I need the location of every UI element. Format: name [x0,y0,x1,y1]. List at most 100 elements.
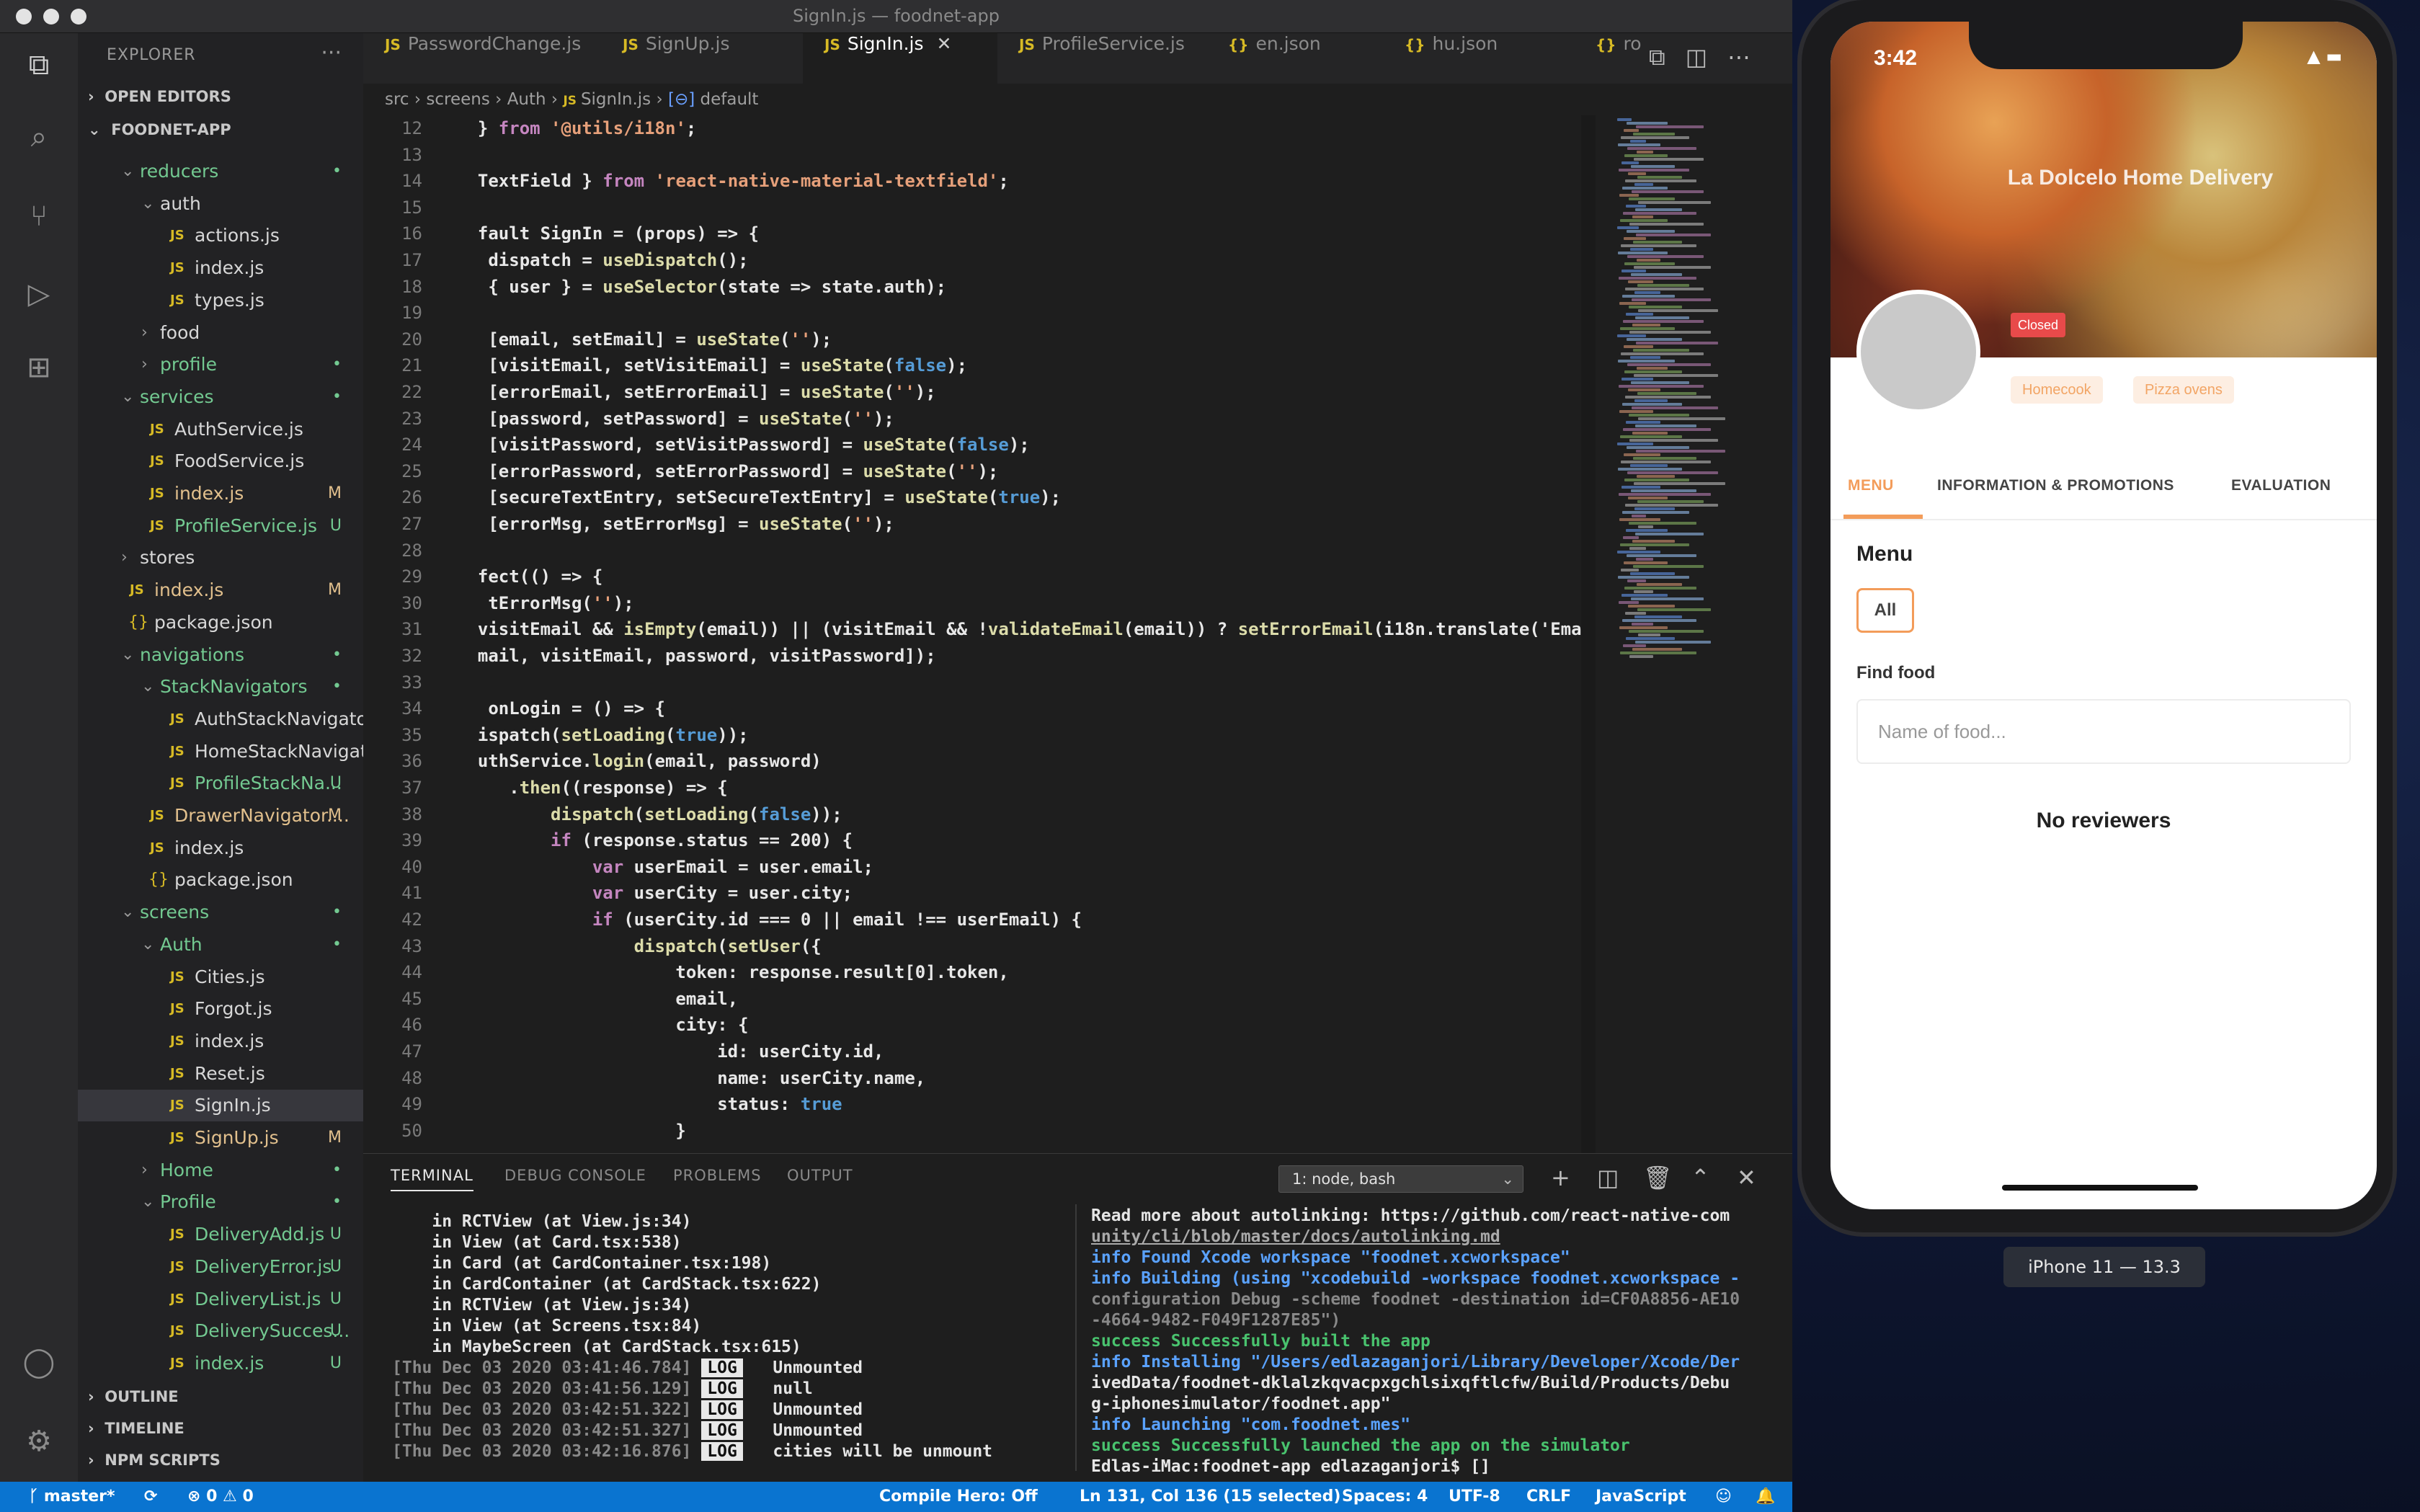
code-line[interactable]: 40 var userEmail = user.email; [363,854,1588,881]
all-category-button[interactable]: All [1856,588,1914,633]
notifications-icon[interactable]: 🔔 [1756,1482,1775,1512]
indentation[interactable]: Spaces: 4 [1342,1482,1428,1512]
code-line[interactable]: 33 [363,670,1588,696]
cursor-position[interactable]: Ln 131, Col 136 (15 selected) [1080,1482,1340,1512]
breadcrumb-item[interactable]: src [385,90,409,109]
outline-section[interactable]: › OUTLINE [88,1388,179,1405]
code-line[interactable]: 34 onLogin = () => { [363,695,1588,722]
tree-item[interactable]: JS index.js U [78,1348,363,1379]
end-of-line[interactable]: CRLF [1526,1482,1571,1512]
editor-tab[interactable]: {} en.json [1206,33,1383,84]
code-line[interactable]: 25 [errorPassword, setErrorPassword] = u… [363,458,1588,485]
breadcrumb-item[interactable]: default [700,90,759,109]
code-line[interactable]: 47 id: userCity.id, [363,1039,1588,1065]
tree-item[interactable]: JS DeliveryList.js U [78,1284,363,1315]
panel-tab[interactable]: TERMINAL [391,1167,473,1191]
code-line[interactable]: 28 [363,538,1588,564]
code-line[interactable]: 46 city: { [363,1012,1588,1039]
tree-item[interactable]: JS types.js [78,285,363,316]
tab-information-promotions[interactable]: INFORMATION & PROMOTIONS [1937,477,2174,494]
tree-item[interactable]: JS AuthService.js [78,414,363,445]
minimap[interactable] [1610,115,1747,1153]
code-line[interactable]: 23 [password, setPassword] = useState(''… [363,406,1588,432]
tree-item[interactable]: ⌄ Auth • [78,929,363,961]
code-line[interactable]: 12 } from '@utils/i18n'; [363,115,1588,142]
tree-item[interactable]: JS ProfileService.js U [78,510,363,542]
editor-tab[interactable]: JS SignUp.js [601,33,803,84]
code-line[interactable]: 22 [errorEmail, setErrorEmail] = useStat… [363,379,1588,406]
code-line[interactable]: 26 [secureTextEntry, setSecureTextEntry]… [363,484,1588,511]
code-line[interactable]: 21 [visitEmail, setVisitEmail] = useStat… [363,352,1588,379]
run-debug-icon[interactable]: ▷ [22,277,56,311]
tree-item[interactable]: JS index.js [78,832,363,864]
tree-item[interactable]: JS index.js [78,252,363,284]
language-mode[interactable]: JavaScript [1596,1482,1686,1512]
tree-item[interactable]: JS Reset.js [78,1058,363,1090]
editor-tab[interactable]: JS PasswordChange.js [363,33,601,84]
code-line[interactable]: 35 ispatch(setLoading(true)); [363,722,1588,749]
tree-item[interactable]: › profile • [78,349,363,381]
tree-item[interactable]: ⌄ Profile • [78,1186,363,1218]
tree-item[interactable]: ⌄ reducers • [78,156,363,187]
code-line[interactable]: 13 [363,142,1588,169]
home-indicator[interactable] [2002,1185,2198,1191]
tree-item[interactable]: ⌄ auth [78,188,363,220]
code-line[interactable]: 15 [363,195,1588,221]
editor-tab[interactable]: {} hu.json [1383,33,1574,84]
open-editors-section[interactable]: › OPEN EDITORS [88,88,231,105]
code-line[interactable]: 30 tErrorMsg(''); [363,590,1588,617]
editor-tab[interactable]: {} ro [1574,33,1660,84]
tree-item[interactable]: JS SignUp.js M [78,1122,363,1154]
code-line[interactable]: 27 [errorMsg, setErrorMsg] = useState(''… [363,511,1588,538]
code-line[interactable]: 42 if (userCity.id === 0 || email !== us… [363,907,1588,933]
code-line[interactable]: 14 TextField } from 'react-native-materi… [363,168,1588,195]
tree-item[interactable]: {} package.json [78,607,363,639]
code-editor[interactable]: 12 } from '@utils/i18n'; 13 14 TextField }… [363,115,1792,1153]
code-line[interactable]: 20 [email, setEmail] = useState(''); [363,326,1588,353]
breadcrumb-item[interactable]: SignIn.js [581,90,651,109]
tree-item[interactable]: JS FoodService.js [78,445,363,477]
branch-indicator[interactable]: ᚴ master* [29,1482,115,1512]
breadcrumb-item[interactable]: Auth [507,90,546,109]
code-line[interactable]: 24 [visitPassword, setVisitPassword] = u… [363,432,1588,458]
tree-item[interactable]: ⌄ services • [78,381,363,413]
code-line[interactable]: 38 dispatch(setLoading(false)); [363,801,1588,828]
sync-icon[interactable]: ⟳ [144,1482,157,1512]
search-icon[interactable]: ⌕ [22,120,56,154]
tree-item[interactable]: JS actions.js [78,220,363,252]
code-line[interactable]: 32 mail, visitEmail, password, visitPass… [363,643,1588,670]
account-icon[interactable]: ◯ [22,1345,56,1379]
tab-menu[interactable]: MENU [1848,477,1894,494]
split-editor-icon[interactable]: ◫ [1686,43,1727,71]
open-changes-icon[interactable]: ⧉ [1649,43,1686,71]
feedback-icon[interactable]: ☺ [1715,1482,1732,1512]
extensions-icon[interactable]: ⊞ [22,350,56,385]
terminal-divider[interactable] [1075,1204,1077,1471]
code-line[interactable]: 49 status: true [363,1091,1588,1118]
tree-item[interactable]: JS DeliveryAdd.js U [78,1219,363,1250]
tree-item[interactable]: › food [78,317,363,349]
tree-item[interactable]: JS HomeStackNavigato... [78,736,363,768]
tree-item[interactable]: ⌄ navigations • [78,639,363,671]
code-line[interactable]: 19 [363,300,1588,326]
split-terminal-icon[interactable]: ◫ [1597,1164,1619,1191]
panel-tab[interactable]: PROBLEMS [673,1167,762,1184]
code-line[interactable]: 50 } [363,1118,1588,1144]
source-control-icon[interactable]: ⑂ [22,199,56,234]
chevron-up-icon[interactable]: ⌃ [1691,1164,1710,1191]
panel-tab[interactable]: DEBUG CONSOLE [504,1167,646,1184]
npm-scripts-section[interactable]: › NPM SCRIPTS [88,1451,221,1469]
close-icon[interactable]: ✕ [937,33,952,54]
tab-evaluation[interactable]: EVALUATION [2231,477,2331,494]
project-section[interactable]: ⌄ FOODNET-APP [88,121,231,138]
editor-tab[interactable]: JS ProfileService.js [997,33,1206,84]
tree-item[interactable]: ⌄ StackNavigators • [78,671,363,703]
editor-tab[interactable]: JS SignIn.js ✕ [803,33,997,84]
code-line[interactable]: 39 if (response.status == 200) { [363,827,1588,854]
code-line[interactable]: 45 email, [363,986,1588,1013]
explorer-icon[interactable]: ⧉ [22,48,56,82]
code-line[interactable]: 36 uthService.login(email, password) [363,748,1588,775]
tree-item[interactable]: JS DeliveryError.js U [78,1251,363,1283]
tree-item[interactable]: JS Cities.js [78,961,363,993]
tree-item[interactable]: › stores [78,542,363,574]
